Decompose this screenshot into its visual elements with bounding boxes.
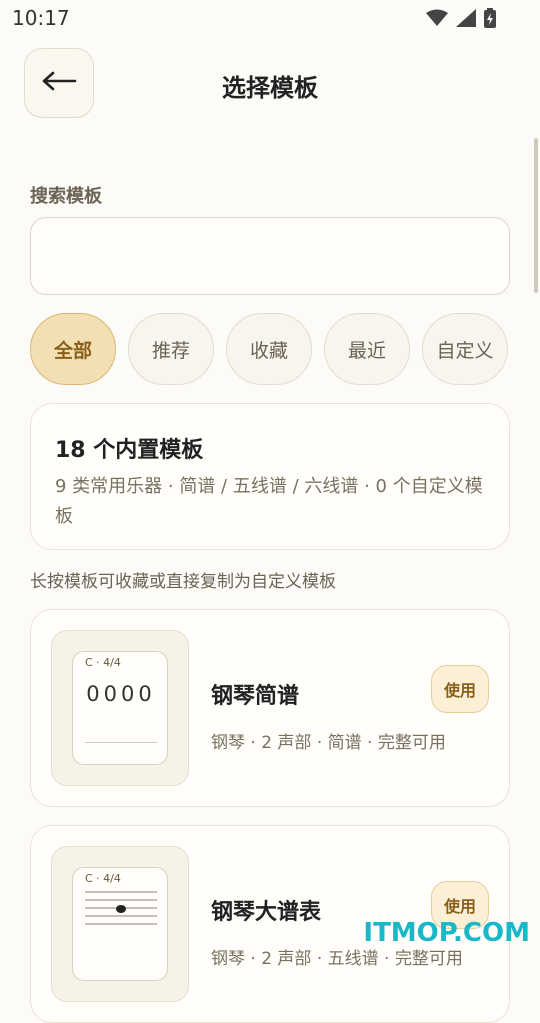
template-card[interactable]: C · 4/4 0000 钢琴简谱 钢琴 · 2 声部 · 简谱 · 完整可用 … (30, 609, 510, 807)
chip-custom[interactable]: 自定义 (422, 313, 508, 385)
scrollbar[interactable] (534, 138, 538, 293)
template-name: 钢琴大谱表 (211, 900, 322, 925)
template-thumbnail: C · 4/4 0000 (51, 630, 189, 786)
score-preview: C · 4/4 (72, 867, 168, 981)
template-name: 钢琴简谱 (211, 684, 300, 709)
thumb-key: C · 4/4 (85, 872, 121, 885)
search-input[interactable] (30, 217, 510, 295)
status-time: 10:17 (12, 6, 70, 30)
use-button[interactable]: 使用 (431, 665, 489, 713)
summary-title: 18 个内置模板 (55, 438, 204, 463)
battery-charging-icon (484, 8, 496, 28)
chip-all[interactable]: 全部 (30, 313, 116, 385)
search-label: 搜索模板 (30, 186, 102, 207)
thumb-key: C · 4/4 (85, 656, 121, 669)
status-bar: 10:17 (0, 0, 540, 36)
thumb-line (85, 742, 157, 743)
wifi-icon (426, 9, 448, 27)
thumb-notes: 0000 (86, 682, 156, 706)
summary-card: 18 个内置模板 9 类常用乐器 · 简谱 / 五线谱 / 六线谱 · 0 个自… (30, 403, 510, 550)
summary-description: 9 类常用乐器 · 简谱 / 五线谱 / 六线谱 · 0 个自定义模板 (55, 476, 483, 527)
watermark-logo: ITMOP.COM (363, 918, 530, 948)
cell-signal-icon (456, 9, 476, 27)
template-meta: 钢琴 · 2 声部 · 简谱 · 完整可用 (211, 733, 446, 753)
chip-recent[interactable]: 最近 (324, 313, 410, 385)
chip-favorites[interactable]: 收藏 (226, 313, 312, 385)
staff-lines-icon (85, 891, 157, 925)
page-title: 选择模板 (222, 74, 318, 102)
hint-text: 长按模板可收藏或直接复制为自定义模板 (30, 572, 336, 592)
status-icons (426, 8, 496, 28)
chip-recommended[interactable]: 推荐 (128, 313, 214, 385)
template-thumbnail: C · 4/4 (51, 846, 189, 1002)
filter-chips: 全部 推荐 收藏 最近 自定义 (30, 313, 510, 385)
score-preview: C · 4/4 0000 (72, 651, 168, 765)
